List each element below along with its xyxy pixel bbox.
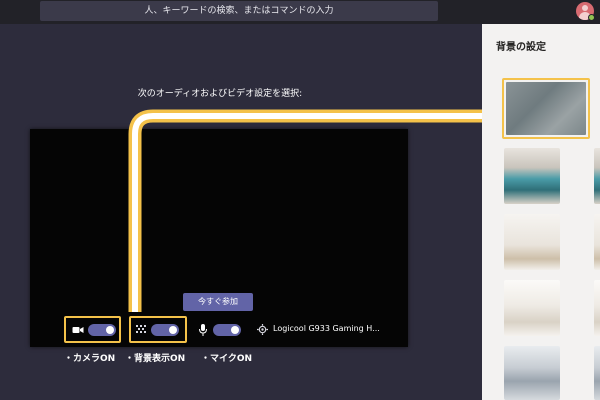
background-option-blur[interactable] [502,78,590,139]
blur-thumbnail [506,82,586,135]
gear-icon[interactable] [257,324,268,339]
background-option-room-3[interactable] [504,280,560,336]
background-option-office-1-partial[interactable] [594,148,600,204]
camera-highlight-box [64,316,121,343]
search-input[interactable]: 人、キーワードの検索、またはコマンドの入力 [40,1,438,21]
background-option-room-3-partial[interactable] [594,280,600,336]
join-now-button[interactable]: 今すぐ参加 [183,293,253,311]
background-option-room-2[interactable] [504,214,560,270]
video-preview [30,129,408,347]
background-settings-panel: 背景の設定 [482,24,600,400]
title-bar: 人、キーワードの検索、またはコマンドの入力 [0,0,600,24]
audio-device-label[interactable]: Logicool G933 Gaming H... [273,324,380,333]
background-highlight-box [129,316,187,343]
mic-callout: ・マイクON [201,354,253,364]
toggle-knob [231,326,239,334]
background-callout: ・背景表示ON [125,354,186,364]
microphone-toggle[interactable] [213,324,241,336]
microphone-icon [199,324,207,340]
panel-title: 背景の設定 [496,42,546,53]
background-option-room-4[interactable] [504,346,560,400]
background-option-office-1[interactable] [504,148,560,204]
camera-callout: ・カメラON [64,354,116,364]
av-settings-prompt: 次のオーディオおよびビデオ設定を選択: [137,89,303,99]
avatar-head [582,5,588,11]
presence-status-badge [588,14,595,21]
background-option-room-2-partial[interactable] [594,214,600,270]
background-option-room-4-partial[interactable] [594,346,600,400]
